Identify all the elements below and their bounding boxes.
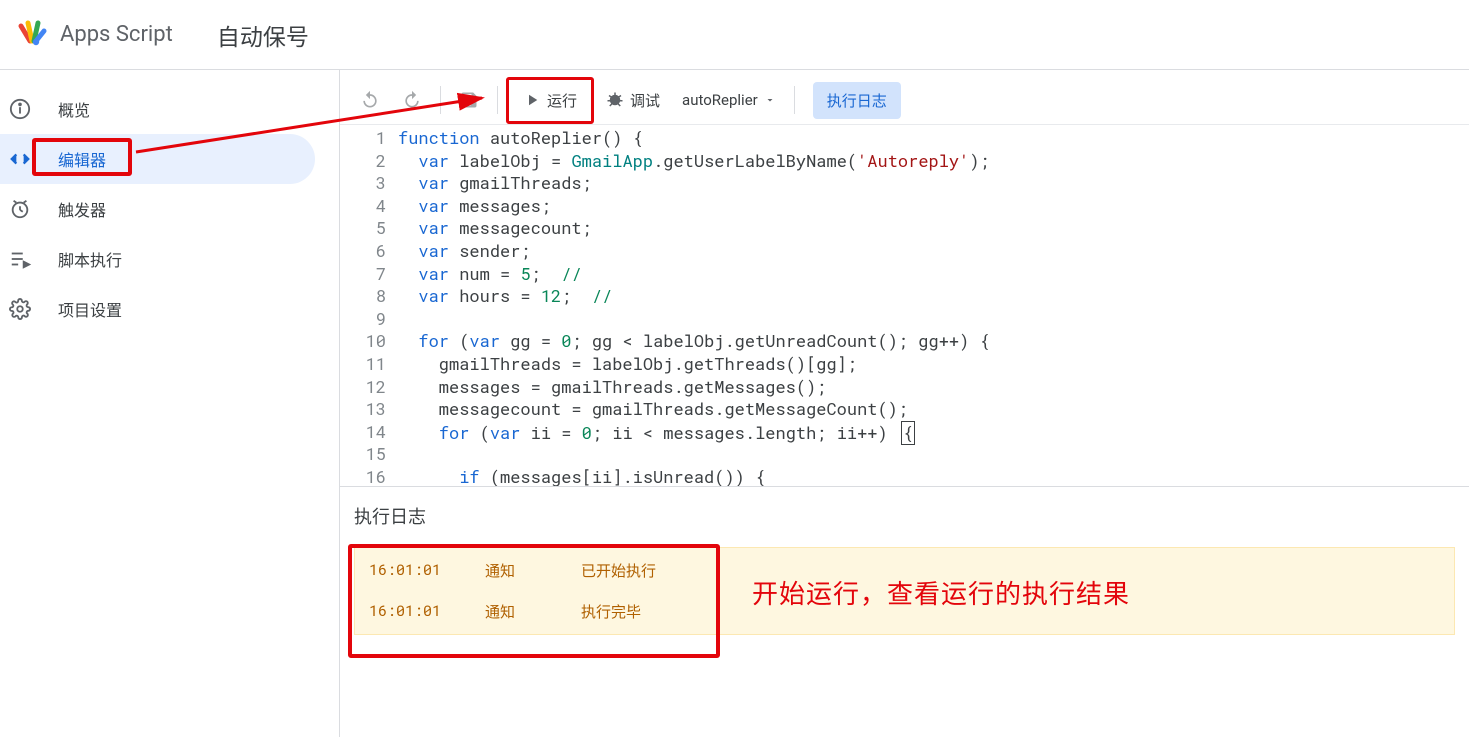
app-title: Apps Script: [60, 22, 173, 47]
debug-button[interactable]: 调试: [596, 82, 670, 119]
code-icon: [8, 147, 32, 171]
code-editor[interactable]: 12345678910111213141516 function autoRep…: [340, 124, 1469, 486]
redo-button[interactable]: [392, 82, 432, 118]
log-button-label: 执行日志: [827, 90, 887, 111]
header: Apps Script 自动保号: [0, 0, 1469, 70]
sidebar-item-triggers[interactable]: 触发器: [0, 184, 315, 234]
info-icon: [8, 97, 32, 121]
log-message: 已开始执行: [581, 560, 656, 581]
function-name: autoReplier: [682, 91, 758, 109]
sidebar-item-label: 脚本执行: [58, 247, 122, 271]
sidebar-item-settings[interactable]: 项目设置: [0, 284, 315, 334]
run-button-annotation-box: 运行: [506, 77, 594, 124]
debug-label: 调试: [630, 90, 660, 111]
play-icon: [523, 91, 541, 109]
chevron-down-icon: [764, 94, 776, 106]
clock-icon: [8, 197, 32, 221]
sidebar-item-executions[interactable]: 脚本执行: [0, 234, 315, 284]
content-area: 运行 调试 autoReplier 执行日志 12345678910111213…: [340, 70, 1469, 737]
bug-icon: [606, 91, 624, 109]
sidebar-item-label: 触发器: [58, 197, 106, 221]
execution-log-panel: 执行日志 16:01:01 通知 已开始执行 16:01:01 通知 执行完毕: [340, 486, 1469, 737]
project-title[interactable]: 自动保号: [217, 18, 309, 52]
run-button[interactable]: 运行: [513, 82, 587, 119]
annotation-callout-text: 开始运行，查看运行的执行结果: [752, 574, 1130, 611]
run-label: 运行: [547, 90, 577, 111]
logo-area: Apps Script: [10, 19, 173, 51]
log-time: 16:01:01: [369, 601, 485, 622]
apps-script-logo-icon: [16, 19, 48, 51]
sidebar: 概览 编辑器 触发器 脚本执行 项目设置: [0, 70, 340, 737]
undo-button[interactable]: [350, 82, 390, 118]
sidebar-item-label: 编辑器: [58, 147, 106, 171]
save-button[interactable]: [449, 82, 489, 118]
log-time: 16:01:01: [369, 560, 485, 581]
sidebar-item-label: 概览: [58, 97, 90, 121]
toolbar-divider: [440, 86, 441, 114]
editor-toolbar: 运行 调试 autoReplier 执行日志: [340, 76, 1469, 124]
function-selector[interactable]: autoReplier: [672, 83, 786, 117]
log-type: 通知: [485, 560, 581, 581]
log-message: 执行完毕: [581, 601, 641, 622]
executions-icon: [8, 247, 32, 271]
toolbar-divider: [794, 86, 795, 114]
gear-icon: [8, 297, 32, 321]
line-number-gutter: 12345678910111213141516: [340, 127, 398, 486]
sidebar-item-overview[interactable]: 概览: [0, 84, 315, 134]
execution-log-button[interactable]: 执行日志: [813, 82, 901, 119]
sidebar-item-label: 项目设置: [58, 297, 122, 321]
toolbar-divider: [497, 86, 498, 114]
log-type: 通知: [485, 601, 581, 622]
log-panel-title: 执行日志: [354, 503, 1455, 529]
sidebar-item-editor[interactable]: 编辑器: [0, 134, 315, 184]
code-content[interactable]: function autoReplier() { var labelObj = …: [398, 127, 1469, 486]
